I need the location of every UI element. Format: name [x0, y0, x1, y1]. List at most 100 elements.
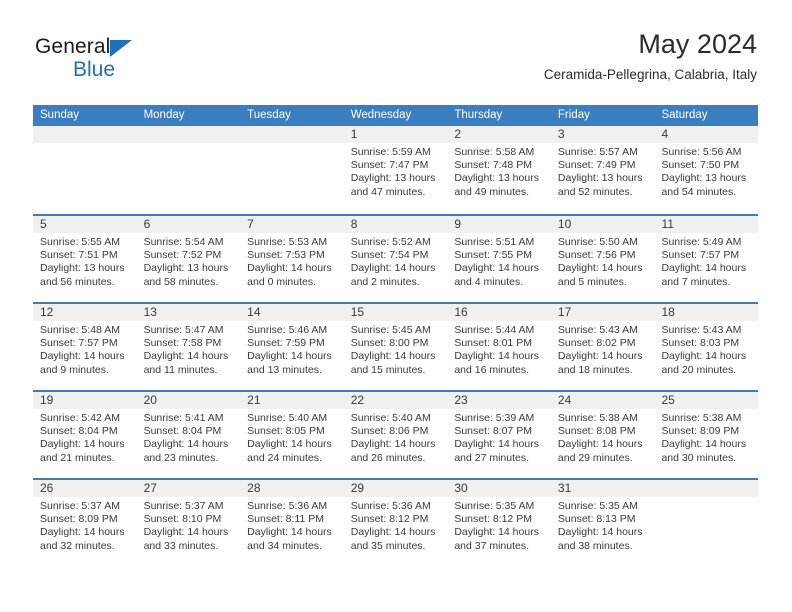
sunset-time: Sunset: 7:54 PM	[350, 249, 429, 262]
sunrise-time: Sunrise: 5:46 AM	[247, 324, 328, 336]
sunrise-time: Sunrise: 5:48 AM	[40, 324, 120, 336]
calendar-day-cell[interactable]: 4 Sunrise: 5:56 AM Sunset: 7:50 PM Daylight…	[654, 126, 759, 214]
sunrise-time: Sunrise: 5:35 AM	[557, 500, 638, 512]
sunrise-time: Sunrise: 5:40 AM	[350, 412, 431, 424]
daylight-duration-line1: Daylight: 14 hours	[40, 438, 125, 451]
day-details: Sunrise: 5:35 AM Sunset: 8:12 PM Daylight:…	[447, 497, 551, 553]
calendar-day-cell[interactable]: 1 Sunrise: 5:59 AM Sunset: 7:47 PM Daylight…	[343, 126, 448, 214]
calendar-day-cell[interactable]: 3 Sunrise: 5:57 AM Sunset: 7:49 PM Daylight…	[550, 126, 655, 214]
calendar-day-cell[interactable]: 8 Sunrise: 5:52 AM Sunset: 7:54 PM Daylight…	[343, 216, 448, 302]
daylight-duration-line2: and 27 minutes.	[454, 451, 530, 464]
calendar-day-cell[interactable]: 13 Sunrise: 5:47 AM Sunset: 7:58 PM Dayligh…	[136, 304, 241, 390]
day-details: Sunrise: 5:48 AM Sunset: 7:57 PM Daylight:…	[33, 321, 137, 377]
sunset-time: Sunset: 8:05 PM	[247, 425, 325, 438]
calendar-day-cell[interactable]: 28 Sunrise: 5:36 AM Sunset: 8:11 PM Dayligh…	[240, 480, 344, 566]
day-details: Sunrise: 5:41 AM Sunset: 8:04 PM Daylight:…	[137, 409, 241, 465]
daylight-duration-line1: Daylight: 14 hours	[557, 262, 643, 275]
daylight-duration-line2: and 7 minutes.	[661, 275, 731, 288]
sunset-time: Sunset: 8:12 PM	[454, 513, 532, 526]
day-details: Sunrise: 5:45 AM Sunset: 8:00 PM Daylight:…	[344, 321, 448, 377]
daylight-duration-line2: and 0 minutes.	[247, 275, 317, 288]
page-subtitle: Ceramida-Pellegrina, Calabria, Italy	[543, 67, 757, 82]
daylight-duration-line2: and 24 minutes.	[247, 451, 322, 464]
day-number: 31	[550, 480, 655, 497]
calendar-day-cell[interactable]: 6 Sunrise: 5:54 AM Sunset: 7:52 PM Daylight…	[136, 216, 241, 302]
daylight-duration-line2: and 9 minutes.	[40, 363, 109, 376]
day-details	[654, 497, 758, 500]
daylight-duration-line2: and 35 minutes.	[350, 539, 426, 552]
calendar-day-cell[interactable]: 14 Sunrise: 5:46 AM Sunset: 7:59 PM Dayligh…	[240, 304, 344, 390]
calendar-day-cell[interactable]: 5 Sunrise: 5:55 AM Sunset: 7:51 PM Daylight…	[33, 216, 137, 302]
calendar-day-cell[interactable]: 16 Sunrise: 5:44 AM Sunset: 8:01 PM Dayligh…	[447, 304, 551, 390]
day-number: 27	[136, 480, 241, 497]
calendar-day-cell[interactable]: 23 Sunrise: 5:39 AM Sunset: 8:07 PM Dayligh…	[447, 392, 551, 478]
calendar-week-row: 5 Sunrise: 5:55 AM Sunset: 7:51 PM Daylight…	[33, 214, 759, 302]
weekday-header-saturday: Saturday	[661, 109, 708, 121]
daylight-duration-line2: and 26 minutes.	[350, 451, 426, 464]
day-details: Sunrise: 5:50 AM Sunset: 7:56 PM Daylight:…	[551, 233, 655, 289]
calendar-day-cell[interactable]: 9 Sunrise: 5:51 AM Sunset: 7:55 PM Daylight…	[447, 216, 551, 302]
calendar-day-cell[interactable]: 31 Sunrise: 5:35 AM Sunset: 8:13 PM Dayligh…	[550, 480, 655, 566]
day-number: 7	[240, 216, 344, 233]
calendar-day-cell[interactable]: 25 Sunrise: 5:38 AM Sunset: 8:09 PM Dayligh…	[654, 392, 759, 478]
sunset-time: Sunset: 7:58 PM	[143, 337, 222, 350]
day-number	[33, 126, 137, 143]
calendar-day-cell[interactable]: 7 Sunrise: 5:53 AM Sunset: 7:53 PM Daylight…	[240, 216, 344, 302]
day-details: Sunrise: 5:36 AM Sunset: 8:11 PM Daylight:…	[240, 497, 344, 553]
calendar-day-cell[interactable]: 12 Sunrise: 5:48 AM Sunset: 7:57 PM Dayligh…	[33, 304, 137, 390]
day-details	[33, 143, 137, 146]
calendar-day-cell[interactable]: 24 Sunrise: 5:38 AM Sunset: 8:08 PM Dayligh…	[550, 392, 655, 478]
calendar-day-cell[interactable]: 10 Sunrise: 5:50 AM Sunset: 7:56 PM Dayligh…	[550, 216, 655, 302]
weekday-header-thursday: Thursday	[454, 109, 503, 121]
day-number: 18	[654, 304, 759, 321]
day-details: Sunrise: 5:56 AM Sunset: 7:50 PM Daylight:…	[654, 143, 758, 199]
daylight-duration-line1: Daylight: 14 hours	[454, 262, 539, 275]
calendar-day-cell[interactable]: 11 Sunrise: 5:49 AM Sunset: 7:57 PM Dayligh…	[654, 216, 759, 302]
daylight-duration-line2: and 11 minutes.	[143, 363, 218, 376]
calendar-day-cell[interactable]: 30 Sunrise: 5:35 AM Sunset: 8:12 PM Dayligh…	[447, 480, 551, 566]
daylight-duration-line2: and 21 minutes.	[40, 451, 115, 464]
calendar-day-cell[interactable]: 27 Sunrise: 5:37 AM Sunset: 8:10 PM Dayligh…	[136, 480, 241, 566]
day-number: 22	[343, 392, 448, 409]
page-title: May 2024	[638, 29, 757, 59]
sunset-time: Sunset: 8:07 PM	[454, 425, 532, 438]
daylight-duration-line1: Daylight: 14 hours	[40, 350, 125, 363]
day-number: 11	[654, 216, 759, 233]
daylight-duration-line1: Daylight: 14 hours	[143, 350, 229, 363]
daylight-duration-line2: and 16 minutes.	[454, 363, 530, 376]
day-details: Sunrise: 5:55 AM Sunset: 7:51 PM Daylight:…	[33, 233, 137, 289]
calendar-day-cell[interactable]: 15 Sunrise: 5:45 AM Sunset: 8:00 PM Dayligh…	[343, 304, 448, 390]
sunset-time: Sunset: 7:48 PM	[454, 159, 532, 172]
calendar-day-cell[interactable]: 29 Sunrise: 5:36 AM Sunset: 8:12 PM Dayligh…	[343, 480, 448, 566]
calendar-day-cell[interactable]: 17 Sunrise: 5:43 AM Sunset: 8:02 PM Dayligh…	[550, 304, 655, 390]
day-details: Sunrise: 5:52 AM Sunset: 7:54 PM Daylight:…	[344, 233, 448, 289]
sunset-time: Sunset: 7:56 PM	[557, 249, 636, 262]
daylight-duration-line1: Daylight: 14 hours	[247, 438, 332, 451]
calendar-day-cell[interactable]: 18 Sunrise: 5:43 AM Sunset: 8:03 PM Dayligh…	[654, 304, 759, 390]
calendar-day-cell[interactable]: 19 Sunrise: 5:42 AM Sunset: 8:04 PM Dayligh…	[33, 392, 137, 478]
day-details: Sunrise: 5:58 AM Sunset: 7:48 PM Daylight:…	[447, 143, 551, 199]
calendar-day-cell[interactable]: 20 Sunrise: 5:41 AM Sunset: 8:04 PM Dayligh…	[136, 392, 241, 478]
daylight-duration-line1: Daylight: 14 hours	[557, 438, 643, 451]
calendar-day-cell[interactable]: 26 Sunrise: 5:37 AM Sunset: 8:09 PM Dayligh…	[33, 480, 137, 566]
sunrise-time: Sunrise: 5:55 AM	[40, 236, 120, 248]
calendar-day-cell[interactable]: 22 Sunrise: 5:40 AM Sunset: 8:06 PM Dayligh…	[343, 392, 448, 478]
day-number: 23	[447, 392, 551, 409]
calendar-day-cell[interactable]: 21 Sunrise: 5:40 AM Sunset: 8:05 PM Dayligh…	[240, 392, 344, 478]
weekday-header-monday: Monday	[143, 109, 185, 121]
day-number: 21	[240, 392, 344, 409]
day-details: Sunrise: 5:38 AM Sunset: 8:09 PM Daylight:…	[654, 409, 758, 465]
brand-logo[interactable]: General Blue	[35, 36, 255, 90]
sunrise-time: Sunrise: 5:36 AM	[350, 500, 431, 512]
calendar-day-cell[interactable]: 2 Sunrise: 5:58 AM Sunset: 7:48 PM Daylight…	[447, 126, 551, 214]
day-details: Sunrise: 5:37 AM Sunset: 8:10 PM Daylight:…	[137, 497, 241, 553]
sunrise-time: Sunrise: 5:51 AM	[454, 236, 535, 248]
calendar-week-row: 19 Sunrise: 5:42 AM Sunset: 8:04 PM Dayligh…	[33, 390, 759, 478]
day-details: Sunrise: 5:51 AM Sunset: 7:55 PM Daylight:…	[447, 233, 551, 289]
day-number: 5	[33, 216, 137, 233]
sunset-time: Sunset: 8:00 PM	[350, 337, 429, 350]
sunrise-time: Sunrise: 5:36 AM	[247, 500, 328, 512]
calendar-day-cell-empty	[654, 480, 759, 566]
calendar-week-row: 26 Sunrise: 5:37 AM Sunset: 8:09 PM Dayligh…	[33, 478, 759, 566]
day-number: 14	[240, 304, 344, 321]
